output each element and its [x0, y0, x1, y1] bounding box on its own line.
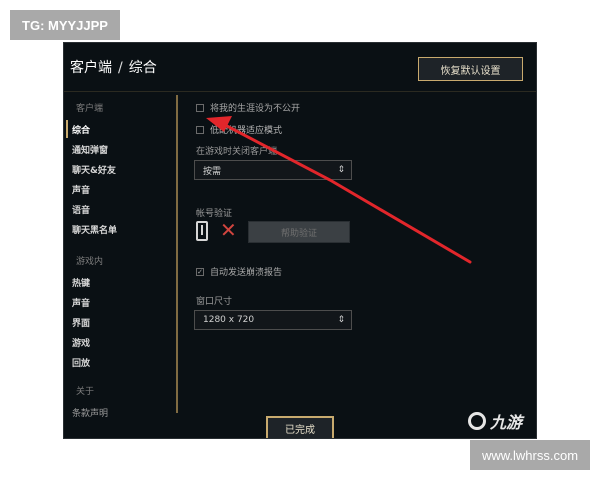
sidebar-item-general[interactable]: 综合 — [72, 123, 90, 136]
breadcrumb-separator: / — [118, 60, 123, 76]
window-size-value: 1280 x 720 — [203, 315, 255, 325]
sidebar-group-client: 客户端 — [76, 104, 104, 114]
reset-defaults-button[interactable]: 恢复默认设置 — [418, 57, 523, 81]
header-bar: 客户端 / 综合 恢复默认设置 — [64, 43, 536, 92]
sidebar-item-replay[interactable]: 回放 — [72, 356, 90, 369]
privacy-checkbox[interactable] — [196, 103, 204, 112]
chevron-updown-icon: ⇕ — [337, 165, 345, 175]
breadcrumb-root[interactable]: 客户端 — [70, 60, 112, 76]
watermark-bottom-right: www.lwhrss.com — [470, 440, 590, 470]
help-verify-button[interactable]: 帮助验证 — [248, 221, 350, 243]
sidebar-group-ingame: 游戏内 — [76, 257, 104, 267]
x-icon: ✕ — [220, 218, 237, 242]
close-client-select[interactable]: 按需 ⇕ — [194, 160, 352, 180]
privacy-label: 将我的生涯设为不公开 — [210, 104, 301, 114]
sidebar-item-hotkeys[interactable]: 热键 — [72, 276, 90, 289]
check-icon: ✓ — [197, 267, 203, 276]
logo-text: 九游 — [490, 413, 523, 432]
sidebar-item-terms[interactable]: 条款声明 — [72, 406, 108, 419]
window-size-label: 窗口尺寸 — [196, 297, 233, 307]
sidebar-divider — [176, 95, 178, 413]
sidebar-item-interface[interactable]: 界面 — [72, 316, 90, 329]
sidebar-item-chat-friends[interactable]: 聊天&好友 — [72, 163, 116, 176]
sidebar-item-ingame-sound[interactable]: 声音 — [72, 296, 90, 309]
phone-icon — [196, 221, 208, 241]
client-window: 客户端 / 综合 恢复默认设置 客户端 综合 通知弹窗 聊天&好友 声音 语音 聊天… — [63, 42, 537, 439]
crash-report-label: 自动发送崩溃报告 — [210, 268, 283, 278]
low-spec-checkbox[interactable] — [196, 125, 204, 134]
sidebar-item-game[interactable]: 游戏 — [72, 336, 90, 349]
crash-report-option[interactable]: ✓ 自动发送崩溃报告 — [196, 265, 282, 278]
crash-report-checkbox[interactable]: ✓ — [196, 267, 204, 276]
sidebar: 客户端 综合 通知弹窗 聊天&好友 声音 语音 聊天黑名单 游戏内 热键 声音 … — [64, 91, 174, 438]
logo-mark-icon — [468, 412, 486, 430]
chevron-updown-icon: ⇕ — [337, 315, 345, 325]
sidebar-item-voice[interactable]: 语音 — [72, 203, 90, 216]
sidebar-item-chat-blacklist[interactable]: 聊天黑名单 — [72, 223, 117, 236]
low-spec-label: 低配机器适应模式 — [210, 126, 283, 136]
sidebar-item-sound[interactable]: 声音 — [72, 183, 90, 196]
logo: 九游 — [468, 403, 538, 439]
close-client-label: 在游戏时关闭客户端 — [196, 147, 278, 157]
breadcrumb: 客户端 / 综合 — [70, 57, 157, 77]
breadcrumb-current: 综合 — [128, 60, 157, 76]
close-client-value: 按需 — [203, 166, 222, 177]
low-spec-option[interactable]: 低配机器适应模式 — [196, 123, 282, 136]
sidebar-group-about: 关于 — [76, 387, 95, 397]
sidebar-item-notifications[interactable]: 通知弹窗 — [72, 143, 108, 156]
sidebar-active-indicator — [66, 120, 68, 138]
done-button[interactable]: 已完成 — [266, 416, 334, 438]
window-size-select[interactable]: 1280 x 720 ⇕ — [194, 310, 352, 330]
privacy-option[interactable]: 将我的生涯设为不公开 — [196, 101, 300, 114]
watermark-top-left: TG: MYYJJPP — [10, 10, 120, 40]
